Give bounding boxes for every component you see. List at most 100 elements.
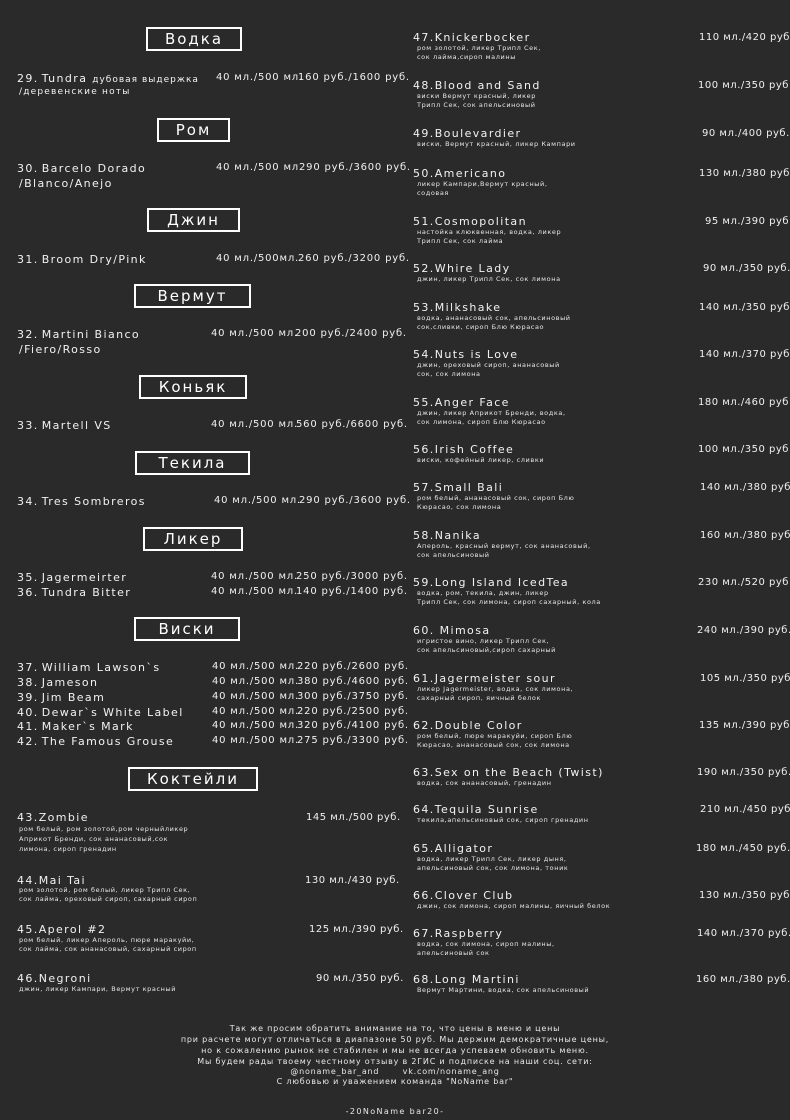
cocktail-name: 67.Raspberry [413, 927, 503, 940]
cocktail-title: Blood and Sand [434, 79, 541, 92]
cocktail-desc: настойка клюквенная, водка, ликер [417, 228, 562, 236]
drink-number: 42. [17, 735, 39, 748]
footer-line: С любовью и уважением команда "NoName ba… [276, 1077, 514, 1086]
cocktail-desc: сок лимона, сироп Блю Кюрасао [417, 418, 546, 426]
cocktail-title: Zombie [38, 811, 89, 824]
drink-name: 29. Tundra дубовая выдержка [17, 72, 199, 85]
category-cognac: Коньяк [139, 375, 247, 399]
drink-price: 200 руб./2400 руб. [295, 328, 407, 339]
drink-title: Tres Sombreros [41, 495, 146, 508]
cocktail-desc: ликер Jagermeister, водка, сок лимона, [417, 685, 574, 693]
cocktail-number: 49. [413, 127, 435, 140]
drink-title: Barcelo Dorado [41, 162, 147, 175]
cocktail-desc: Апероль, красный вермут, сок ананасовый, [417, 542, 591, 550]
cocktail-desc: водка, ананасовый сок, апельсиновый [417, 314, 571, 322]
drink-title: Tundra [41, 72, 88, 85]
cocktail-name: 58.Nanika [413, 529, 481, 542]
cocktail-desc: ром белый, ликер Апероль, пюре маракуйи, [19, 936, 195, 944]
drink-title: The Famous Grouse [41, 735, 175, 748]
drink-name: 34. Tres Sombreros [17, 495, 146, 508]
drink-price: 300 руб./3750 руб. [297, 691, 409, 702]
cocktail-price: 160 мл./380 руб. [700, 530, 790, 541]
drink-title: Jameson [41, 676, 99, 689]
drink-price: 250 руб./3000 руб. [296, 571, 408, 582]
cocktail-title: Boulevardier [434, 127, 522, 140]
drink-name-line2: /Blanco/Anejo [19, 177, 113, 190]
cocktail-number: 56. [413, 443, 435, 456]
drink-volume: 40 мл./500 мл. [212, 735, 299, 746]
cocktail-name: 66.Clover Club [413, 889, 514, 902]
category-vodka: Водка [146, 27, 242, 51]
cocktail-desc: водка, ликер Трипл Сек, ликер дыня, [417, 855, 567, 863]
cocktail-name: 60. Mimosa [413, 624, 490, 637]
cocktail-price: 160 мл./380 руб. [696, 974, 790, 985]
cocktail-name: 45.Aperol #2 [17, 923, 106, 936]
cocktail-desc: ром белый, ананасовый сок, сироп Блю [417, 494, 575, 502]
cocktail-desc: игристое вино, ликер Трипл Сек, [417, 637, 550, 645]
cocktail-price: 140 мл./350 руб. [699, 302, 790, 313]
cocktail-title: Knickerbocker [434, 31, 531, 44]
drink-number: 37. [17, 661, 39, 674]
cocktail-name: 48.Blood and Sand [413, 79, 541, 92]
drink-title: Maker`s Mark [41, 720, 134, 733]
drink-number: 38. [17, 676, 39, 689]
cocktail-desc: Вермут Мартини, водка, сок апельсиновый [417, 986, 590, 994]
cocktail-name: 46.Negroni [17, 972, 92, 985]
cocktail-number: 64. [413, 803, 435, 816]
cocktail-desc: джин, сок лимона, сироп малины, яичный б… [417, 902, 611, 910]
drink-number: 29. [17, 72, 39, 85]
drink-number: 35. [17, 571, 39, 584]
drink-volume: 40 мл./500 мл. [211, 571, 298, 582]
cocktail-desc: ром золотой, ликер Трипл Сек, [417, 44, 541, 52]
drink-number: 41. [17, 720, 39, 733]
drink-title: William Lawson`s [41, 661, 161, 674]
footer-social: @noname_bar_and vk.com/noname_ang [290, 1067, 500, 1076]
cocktail-desc: ром белый, пюре маракуйи, сироп Блю [417, 732, 573, 740]
drink-name: 38. Jameson [17, 676, 98, 689]
drink-number: 31. [17, 253, 39, 266]
cocktail-number: 62. [413, 719, 435, 732]
cocktail-desc: Кюрасао, ананасовый сок, сок лимона [417, 741, 570, 749]
drink-price: 380 руб./4600 руб. [297, 676, 409, 687]
cocktail-title: Cosmopolitan [434, 215, 527, 228]
cocktail-price: 135 мл./390 руб. [699, 720, 790, 731]
cocktail-desc: водка, сок лимона, сироп малины, [417, 940, 555, 948]
cocktail-desc: сок лайма, сок ананасовый, сахарный сиро… [19, 945, 197, 953]
cocktail-desc: водка, ром, текила, джин, ликер [417, 589, 549, 597]
drink-number: 39. [17, 691, 39, 704]
drink-price: 290 руб./3600 руб. [299, 162, 411, 173]
drink-title: Jagermeirter [41, 571, 128, 584]
cocktail-title: Tequila Sunrise [434, 803, 539, 816]
cocktail-name: 62.Double Color [413, 719, 523, 732]
drink-volume: 40 мл./500 мл. [216, 162, 303, 173]
cocktail-desc: виски, кофейный ликер, сливки [417, 456, 545, 464]
cocktail-price: 90 мл./350 руб. [316, 973, 404, 984]
cocktail-title: Negroni [38, 972, 92, 985]
cocktail-desc: апельсиновый сок [417, 949, 490, 957]
cocktail-number: 59. [413, 576, 435, 589]
drink-subtitle: дубовая выдержка [92, 75, 199, 85]
drink-price: 220 руб./2600 руб. [297, 661, 409, 672]
cocktail-name: 53.Milkshake [413, 301, 501, 314]
drink-price: 260 руб./3200 руб. [298, 253, 410, 264]
cocktail-desc: Трипл Сек, сок апельсиновый [417, 101, 536, 109]
cocktail-title: Jagermeister sour [434, 672, 556, 685]
cocktail-name: 47.Knickerbocker [413, 31, 531, 44]
cocktail-number: 65. [413, 842, 435, 855]
cocktail-number: 52. [413, 262, 435, 275]
drink-name-line2: /деревенские ноты [19, 87, 131, 97]
drink-title: Martell VS [41, 419, 112, 432]
drink-name: 39. Jim Beam [17, 691, 105, 704]
category-whisky: Виски [134, 617, 240, 641]
cocktail-desc: джин, ликер Кампари, Вермут красный [19, 985, 177, 993]
cocktail-number: 53. [413, 301, 435, 314]
cocktail-title: Clover Club [434, 889, 514, 902]
category-cocktails: Коктейли [128, 767, 258, 791]
footer-line: Так же просим обратить внимание на то, ч… [229, 1024, 561, 1033]
drink-name: 32. Martini Bianco [17, 328, 140, 341]
cocktail-price: 100 мл./350 руб. [698, 444, 790, 455]
category-rum: Ром [157, 118, 230, 142]
cocktail-title: Small Bali [434, 481, 504, 494]
cocktail-desc: Трипл Сек, сок лимона, сироп сахарный, к… [417, 598, 601, 606]
cocktail-desc: Кюрасао, сок лимона [417, 503, 502, 511]
